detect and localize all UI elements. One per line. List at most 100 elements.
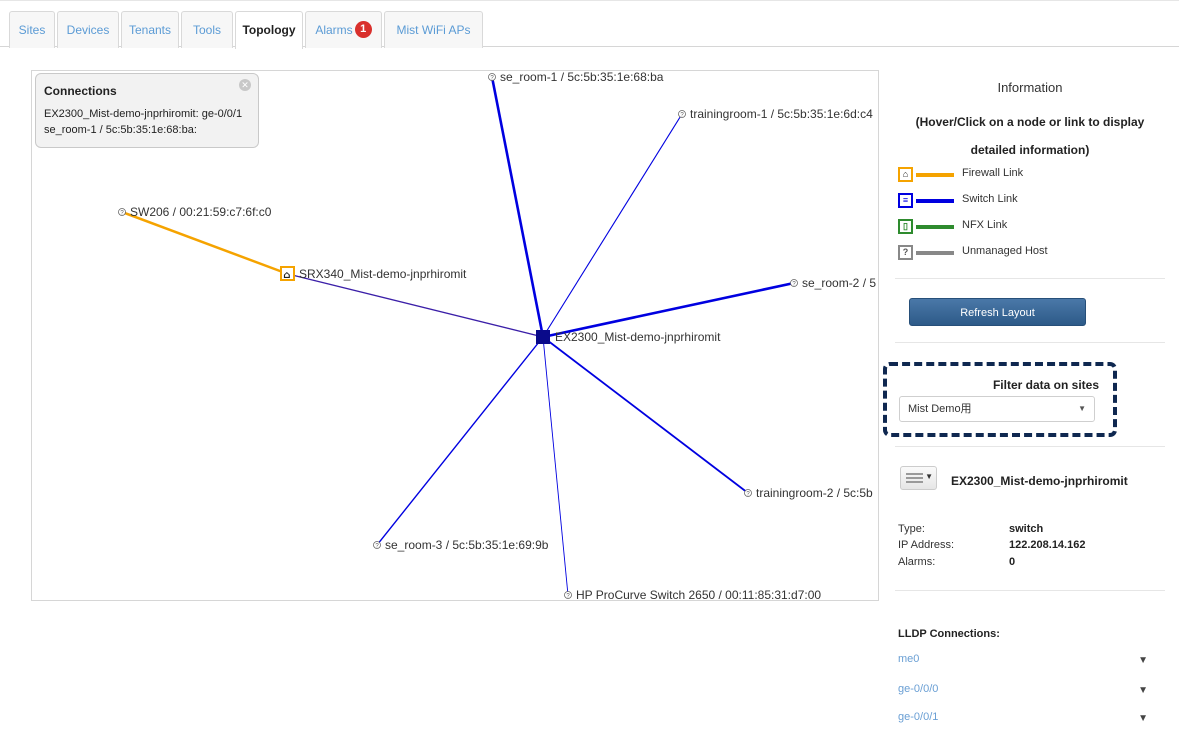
topology-canvas[interactable]: EX2300_Mist-demo-jnprhiromit ⌂ SRX340_Mist… (31, 70, 879, 601)
device-menu-button[interactable]: ▼ (900, 466, 937, 490)
legend-label: Switch Link (962, 193, 1018, 205)
divider (895, 590, 1165, 591)
divider (895, 342, 1165, 343)
info-panel: Information (Hover/Click on a node or li… (883, 70, 1165, 733)
topology-graph[interactable]: EX2300_Mist-demo-jnprhiromit ⌂ SRX340_Mist… (32, 71, 879, 601)
unmanaged-link-swatch (916, 251, 954, 255)
refresh-layout-button[interactable]: Refresh Layout (909, 298, 1086, 326)
nfx-link-swatch (916, 225, 954, 229)
node-trainingroom2[interactable]: ? trainingroom-2 / 5c:5b (744, 486, 874, 500)
node-se_room2[interactable]: ? se_room-2 / 5 (790, 276, 877, 290)
chevron-down-icon: ▼ (925, 472, 933, 481)
ip-address-label: IP Address: (898, 539, 955, 551)
node-label: EX2300_Mist-demo-jnprhiromit (555, 330, 721, 344)
tab-mist-wifi-aps[interactable]: Mist WiFi APs (384, 11, 483, 48)
type-label: Type: (898, 523, 925, 535)
site-filter-select[interactable]: Mist Demo用 ▼ (899, 396, 1095, 422)
expand-arrow-icon[interactable]: ▼ (1138, 655, 1148, 666)
firewall-link-swatch (916, 173, 954, 177)
tab-tools[interactable]: Tools (181, 11, 233, 48)
site-filter-value: Mist Demo用 (908, 403, 972, 415)
link-ex2300-hp[interactable] (542, 336, 569, 596)
connections-popup: ✕ Connections EX2300_Mist-demo-jnprhirom… (35, 73, 259, 148)
switch-icon: ≡ (898, 193, 913, 208)
link-srx340-ex2300[interactable] (287, 273, 544, 338)
alarms-value: 0 (1009, 556, 1016, 568)
lldp-item-label: ge-0/0/1 (898, 711, 939, 723)
tab-label: Topology (242, 23, 296, 37)
divider (895, 446, 1165, 447)
node-label: HP ProCurve Switch 2650 / 00:11:85:31:d7… (576, 588, 821, 601)
close-icon[interactable]: ✕ (239, 79, 251, 91)
info-subtitle: (Hover/Click on a node or link to displa… (895, 108, 1165, 164)
tab-label: Tools (192, 23, 221, 37)
legend-label: Unmanaged Host (962, 245, 1048, 257)
lldp-item-ge-0-0-0[interactable]: ge-0/0/0 ▼ (898, 683, 1148, 703)
node-sw206[interactable]: ? SW206 / 00:21:59:c7:6f:c0 (118, 205, 272, 219)
link-ex2300-se_room2[interactable] (542, 281, 795, 339)
connection-line: se_room-1 / 5c:5b:35:1e:68:ba: (44, 124, 197, 136)
divider (895, 278, 1165, 279)
info-subtitle-line: (Hover/Click on a node or link to displa… (915, 115, 1145, 129)
chevron-down-icon: ▼ (1078, 404, 1086, 413)
expand-arrow-icon[interactable]: ▼ (1138, 685, 1148, 696)
link-legend: ⌂ Firewall Link ≡ Switch Link ▯ NFX Link… (898, 165, 1148, 269)
unmanaged-host-icon: ? (898, 245, 913, 260)
node-hp[interactable]: ? HP ProCurve Switch 2650 / 00:11:85:31:d… (564, 588, 822, 601)
node-label: SRX340_Mist-demo-jnprhiromit (299, 267, 467, 281)
node-label: se_room-2 / 5 (802, 276, 876, 290)
link-ex2300-se_room3[interactable] (376, 336, 544, 546)
lldp-title: LLDP Connections: (898, 628, 1000, 640)
tab-label: Alarms (315, 23, 353, 37)
link-sw206-srx340[interactable] (121, 210, 289, 276)
lldp-item-ge-0-0-1[interactable]: ge-0/0/1 ▼ (898, 711, 1148, 731)
lldp-item-me0[interactable]: me0 ▼ (898, 653, 1148, 673)
filter-label: Filter data on sites (992, 378, 1099, 392)
tab-label: Mist WiFi APs (396, 23, 471, 37)
selected-device-name: EX2300_Mist-demo-jnprhiromit (951, 474, 1128, 488)
legend-item-switch: ≡ Switch Link (898, 191, 1148, 217)
switch-icon[interactable] (536, 330, 550, 344)
info-title: Information (997, 80, 1063, 95)
node-label: se_room-3 / 5c:5b:35:1e:69:9b (385, 538, 549, 552)
lldp-item-label: ge-0/0/0 (898, 683, 939, 695)
node-se_room3[interactable]: ? se_room-3 / 5c:5b:35:1e:69:9b (373, 538, 549, 552)
tab-label: Sites (18, 23, 46, 37)
connections-title: Connections (44, 84, 117, 98)
link-ex2300-trainingroom2[interactable] (542, 336, 749, 494)
menu-icon (906, 473, 923, 483)
node-trainingroom1[interactable]: ? trainingroom-1 / 5c:5b:35:1e:6d:c4 (678, 107, 874, 121)
legend-item-nfx: ▯ NFX Link (898, 217, 1148, 243)
nfx-icon: ▯ (898, 219, 913, 234)
alarms-label: Alarms: (898, 556, 936, 568)
info-subtitle-line: detailed information) (970, 143, 1090, 157)
node-srx340[interactable]: ⌂ SRX340_Mist-demo-jnprhiromit (280, 266, 467, 281)
type-value: switch (1009, 523, 1044, 535)
alarm-count-badge: 1 (354, 21, 372, 39)
tab-devices[interactable]: Devices (57, 11, 119, 48)
tab-alarms[interactable]: Alarms 1 (305, 11, 382, 48)
node-label: se_room-1 / 5c:5b:35:1e:68:ba (500, 71, 664, 84)
firewall-icon: ⌂ (898, 167, 913, 182)
legend-item-firewall: ⌂ Firewall Link (898, 165, 1148, 191)
link-ex2300-trainingroom1[interactable] (542, 113, 683, 338)
firewall-glyph: ⌂ (283, 270, 290, 281)
tab-bar: Sites Devices Tenants Tools Topology Ala… (0, 0, 1179, 49)
tab-sites[interactable]: Sites (9, 11, 55, 48)
node-label: trainingroom-1 / 5c:5b:35:1e:6d:c4 (690, 107, 873, 121)
legend-item-unmanaged: ? Unmanaged Host (898, 243, 1148, 269)
node-label: trainingroom-2 / 5c:5b (756, 486, 873, 500)
switch-link-swatch (916, 199, 954, 203)
tab-topology[interactable]: Topology (235, 11, 303, 49)
link-ex2300-se_room1[interactable] (490, 76, 545, 338)
node-label: SW206 / 00:21:59:c7:6f:c0 (130, 205, 272, 219)
legend-label: NFX Link (962, 219, 1008, 231)
ip-address-value: 122.208.14.162 (1009, 539, 1086, 551)
expand-arrow-icon[interactable]: ▼ (1138, 713, 1148, 724)
node-se_room1[interactable]: ? se_room-1 / 5c:5b:35:1e:68:ba (488, 71, 664, 84)
tab-label: Devices (66, 23, 110, 37)
node-ex2300[interactable]: EX2300_Mist-demo-jnprhiromit (536, 330, 721, 344)
tab-tenants[interactable]: Tenants (121, 11, 179, 48)
connection-line: EX2300_Mist-demo-jnprhiromit: ge-0/0/1 (44, 108, 243, 120)
legend-label: Firewall Link (962, 167, 1024, 179)
